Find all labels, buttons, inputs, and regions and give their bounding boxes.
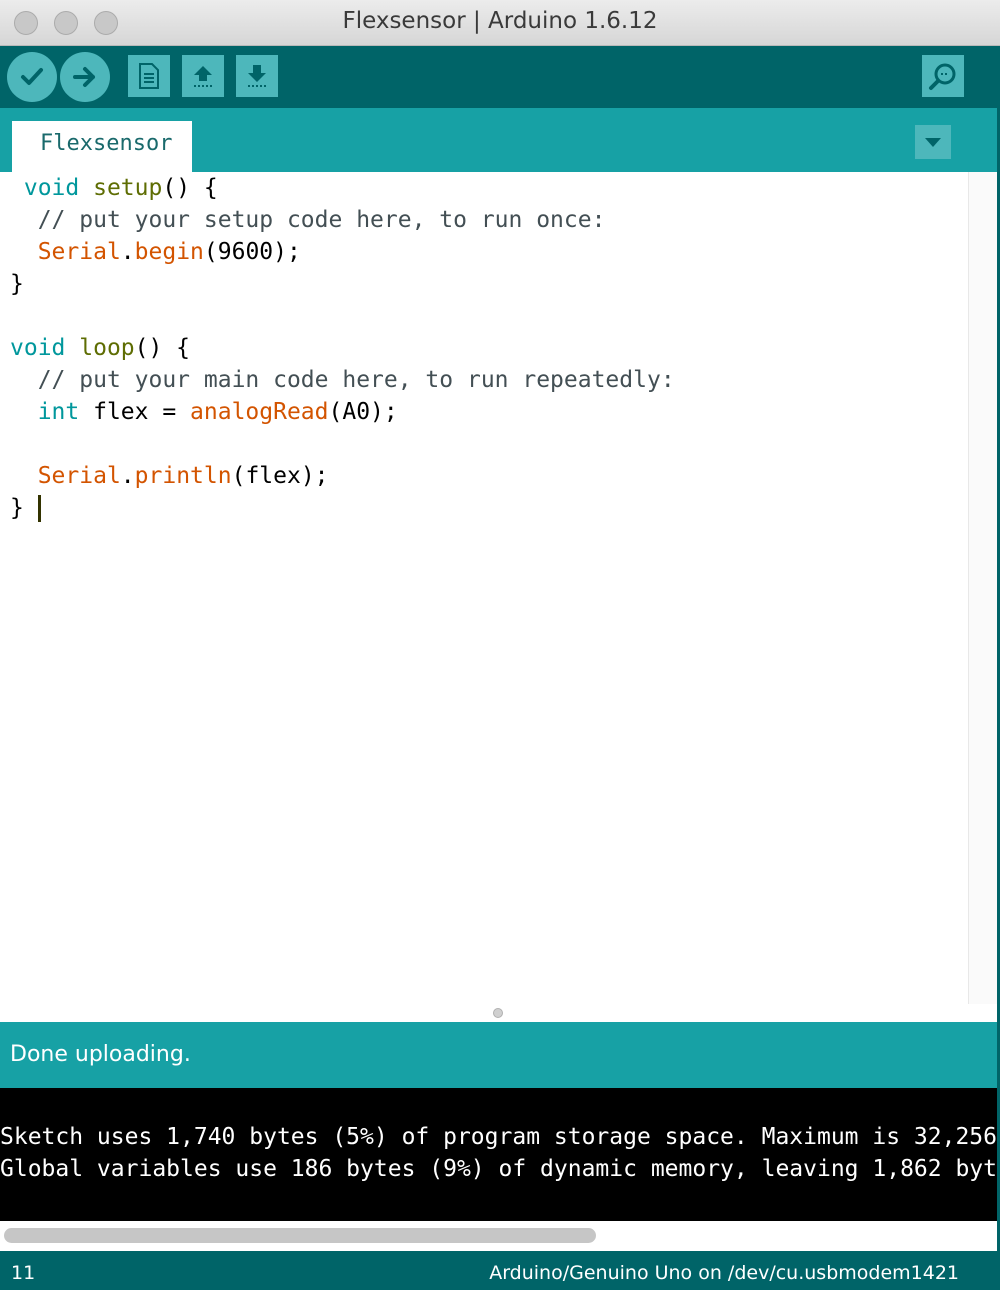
code-token: void bbox=[23, 175, 80, 201]
arrow-up-icon bbox=[194, 66, 212, 87]
console-line: Sketch uses 1,740 bytes (5%) of program … bbox=[0, 1124, 997, 1150]
code-token: begin bbox=[134, 239, 204, 265]
code-token: int bbox=[37, 399, 80, 425]
code-line: int flex = analogRead(A0); bbox=[10, 396, 398, 428]
tab-bar: Flexsensor bbox=[0, 108, 1000, 172]
board-port-label: Arduino/Genuino Uno on /dev/cu.usbmodem1… bbox=[489, 1262, 959, 1284]
checkmark-icon bbox=[21, 68, 43, 85]
code-token: } bbox=[10, 271, 24, 297]
code-token: loop bbox=[79, 335, 135, 361]
code-token: println bbox=[134, 463, 232, 489]
title-bar: Flexsensor | Arduino 1.6.12 bbox=[0, 0, 1000, 46]
window-title: Flexsensor | Arduino 1.6.12 bbox=[342, 8, 658, 34]
chevron-down-icon bbox=[925, 138, 941, 147]
code-editor[interactable]: void setup() { // put your setup code he… bbox=[0, 172, 968, 1004]
magnifier-icon bbox=[929, 63, 956, 90]
code-token: . bbox=[120, 239, 135, 265]
code-token: // put your setup code here, to run once… bbox=[37, 207, 606, 233]
code-token: Serial bbox=[37, 463, 121, 489]
code-token: analogRead bbox=[190, 399, 329, 425]
arrow-down-icon bbox=[248, 65, 266, 87]
status-bar: Done uploading. bbox=[0, 1022, 997, 1088]
status-message: Done uploading. bbox=[10, 1042, 191, 1067]
code-token: flex = bbox=[79, 399, 191, 425]
editor-vertical-scrollbar[interactable] bbox=[968, 172, 997, 1004]
tab-menu-button[interactable] bbox=[915, 125, 951, 159]
open-sketch-button[interactable] bbox=[182, 55, 224, 97]
code-token: void bbox=[10, 335, 66, 361]
pane-divider[interactable] bbox=[0, 1004, 997, 1022]
arrow-right-icon bbox=[73, 67, 95, 87]
new-file-icon bbox=[139, 63, 159, 89]
code-token: } bbox=[10, 495, 38, 521]
footer-bar: 11 Arduino/Genuino Uno on /dev/cu.usbmod… bbox=[0, 1251, 1000, 1290]
upload-button[interactable] bbox=[60, 52, 110, 102]
code-line: // put your setup code here, to run once… bbox=[10, 204, 606, 236]
new-sketch-button[interactable] bbox=[128, 55, 170, 97]
line-number: 11 bbox=[11, 1262, 36, 1284]
console-line: Global variables use 186 bytes (9%) of d… bbox=[0, 1156, 997, 1182]
divider-handle[interactable] bbox=[493, 1008, 503, 1018]
verify-button[interactable] bbox=[7, 52, 57, 102]
code-line: // put your main code here, to run repea… bbox=[10, 364, 675, 396]
text-caret bbox=[37, 495, 41, 522]
code-token: (flex); bbox=[231, 463, 329, 489]
code-token: (9600); bbox=[203, 239, 301, 265]
code-token: . bbox=[120, 463, 135, 489]
console-horizontal-scrollbar[interactable] bbox=[0, 1221, 997, 1251]
code-token: // put your main code here, to run repea… bbox=[37, 367, 675, 393]
serial-monitor-button[interactable] bbox=[922, 55, 964, 97]
scrollbar-thumb[interactable] bbox=[4, 1228, 596, 1243]
code-token: () { bbox=[134, 335, 191, 361]
code-line: void setup() { bbox=[10, 172, 218, 204]
code-token: Serial bbox=[37, 239, 121, 265]
code-token: setup bbox=[93, 175, 163, 201]
code-line: Serial.println(flex); bbox=[10, 460, 329, 492]
console-output[interactable]: Sketch uses 1,740 bytes (5%) of program … bbox=[0, 1088, 997, 1221]
code-line: } bbox=[10, 268, 24, 300]
code-line: Serial.begin(9600); bbox=[10, 236, 301, 268]
tab-flexsensor[interactable]: Flexsensor bbox=[12, 121, 192, 172]
code-token: () { bbox=[162, 175, 218, 201]
toolbar bbox=[0, 46, 1000, 108]
code-token: (A0); bbox=[328, 399, 398, 425]
save-sketch-button[interactable] bbox=[236, 55, 278, 97]
code-line: void loop() { bbox=[10, 332, 190, 364]
code-line: } bbox=[10, 492, 41, 524]
